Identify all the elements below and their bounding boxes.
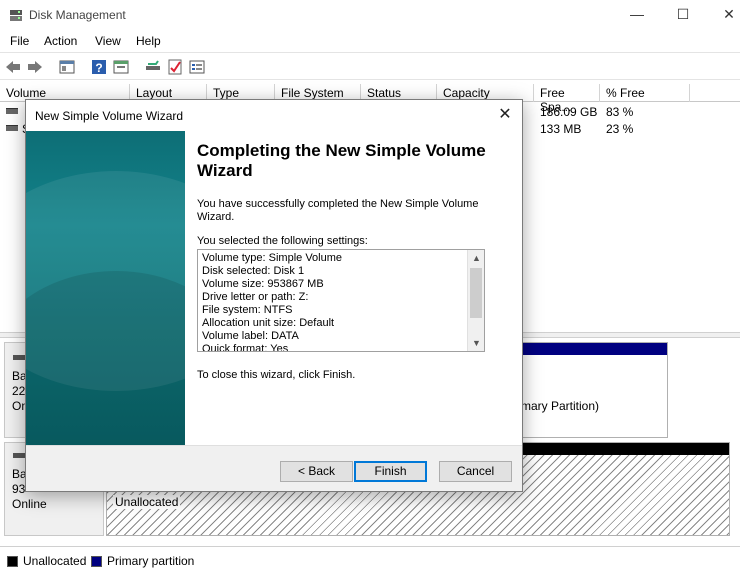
wizard-close-icon[interactable]: ✕ (494, 105, 516, 125)
menu-view[interactable]: View (95, 34, 121, 48)
maximize-button[interactable]: ☐ (660, 4, 706, 26)
wizard-heading: Completing the New Simple Volume Wizard (197, 141, 486, 180)
disk-management-icon (10, 10, 22, 21)
setting-allocation-unit: Allocation unit size: Default (202, 317, 335, 329)
setting-drive-letter: Drive letter or path: Z: (202, 291, 309, 303)
console-tree-icon[interactable] (58, 58, 76, 76)
menu-file[interactable]: File (10, 34, 29, 48)
toolbar: ? (0, 52, 740, 80)
menu-help[interactable]: Help (136, 34, 161, 48)
close-hint-text: To close this wizard, click Finish. (197, 369, 356, 381)
primary-partition-swatch (91, 556, 102, 567)
wizard-success-text: You have successfully completed the New … (197, 198, 479, 223)
settings-panel-icon[interactable] (188, 58, 206, 76)
wizard-title: New Simple Volume Wizard (35, 109, 184, 123)
svg-text:?: ? (95, 61, 102, 75)
legend-unallocated: Unallocated (23, 554, 87, 568)
setting-volume-size: Volume size: 953867 MB (202, 278, 324, 290)
column-percent-free[interactable]: % Free (600, 84, 690, 102)
unallocated-swatch (7, 556, 18, 567)
scroll-down-icon[interactable]: ▼ (468, 335, 484, 351)
free-space-value: 186.09 GB (540, 105, 598, 119)
minimize-button[interactable]: — (614, 4, 660, 26)
unallocated-label: Unallocated (113, 495, 181, 509)
wizard-titlebar[interactable]: New Simple Volume Wizard ✕ (26, 100, 522, 131)
menu-bar: File Action View Help (0, 30, 740, 52)
setting-volume-label: Volume label: DATA (202, 330, 299, 342)
disk-0-size: 22 (12, 384, 26, 398)
setting-volume-type: Volume type: Simple Volume (202, 252, 343, 264)
percent-free-value: 23 % (606, 122, 634, 136)
scroll-up-icon[interactable]: ▲ (468, 250, 484, 266)
free-space-value: 133 MB (540, 122, 582, 136)
cancel-button[interactable]: Cancel (439, 461, 512, 482)
legend-primary-partition: Primary partition (107, 554, 195, 568)
settings-scrollbar[interactable]: ▲ ▼ (467, 250, 484, 351)
checklist-icon[interactable] (166, 58, 184, 76)
help-icon[interactable]: ? (90, 58, 108, 76)
back-arrow-icon[interactable] (4, 58, 22, 76)
rescan-disks-icon[interactable] (144, 58, 162, 76)
volume-icon (6, 108, 18, 114)
settings-summary-box[interactable]: Volume type: Simple Volume Disk selected… (197, 249, 485, 352)
scroll-thumb[interactable] (470, 268, 482, 318)
back-button[interactable]: < Back (280, 461, 353, 482)
menu-action[interactable]: Action (44, 34, 77, 48)
wizard-content: Completing the New Simple Volume Wizard … (185, 131, 522, 445)
partition-type-text: mary Partition) (521, 399, 600, 413)
disk-1-size: 93 (12, 482, 26, 496)
close-button[interactable]: ✕ (706, 4, 740, 26)
setting-quick-format: Quick format: Yes (202, 343, 289, 352)
window-title: Disk Management (29, 8, 126, 22)
setting-file-system: File system: NTFS (202, 304, 293, 316)
finish-button[interactable]: Finish (354, 461, 427, 482)
settings-label: You selected the following settings: (197, 235, 368, 247)
wizard-button-bar: < Back Finish Cancel (26, 445, 522, 491)
legend: Unallocated Primary partition (0, 546, 740, 578)
column-free-space[interactable]: Free Spa... (534, 84, 600, 114)
wizard-side-banner (26, 131, 185, 445)
percent-free-value: 83 % (606, 105, 634, 119)
new-simple-volume-wizard-dialog: New Simple Volume Wizard ✕ Completing th… (25, 99, 523, 492)
disk-1-status: Online (12, 497, 47, 511)
window-titlebar: Disk Management — ☐ ✕ (0, 0, 740, 30)
forward-arrow-icon[interactable] (26, 58, 44, 76)
volume-icon (6, 125, 18, 131)
setting-disk-selected: Disk selected: Disk 1 (202, 265, 305, 277)
settings-list: Volume type: Simple Volume Disk selected… (202, 252, 464, 352)
properties-icon[interactable] (112, 58, 130, 76)
